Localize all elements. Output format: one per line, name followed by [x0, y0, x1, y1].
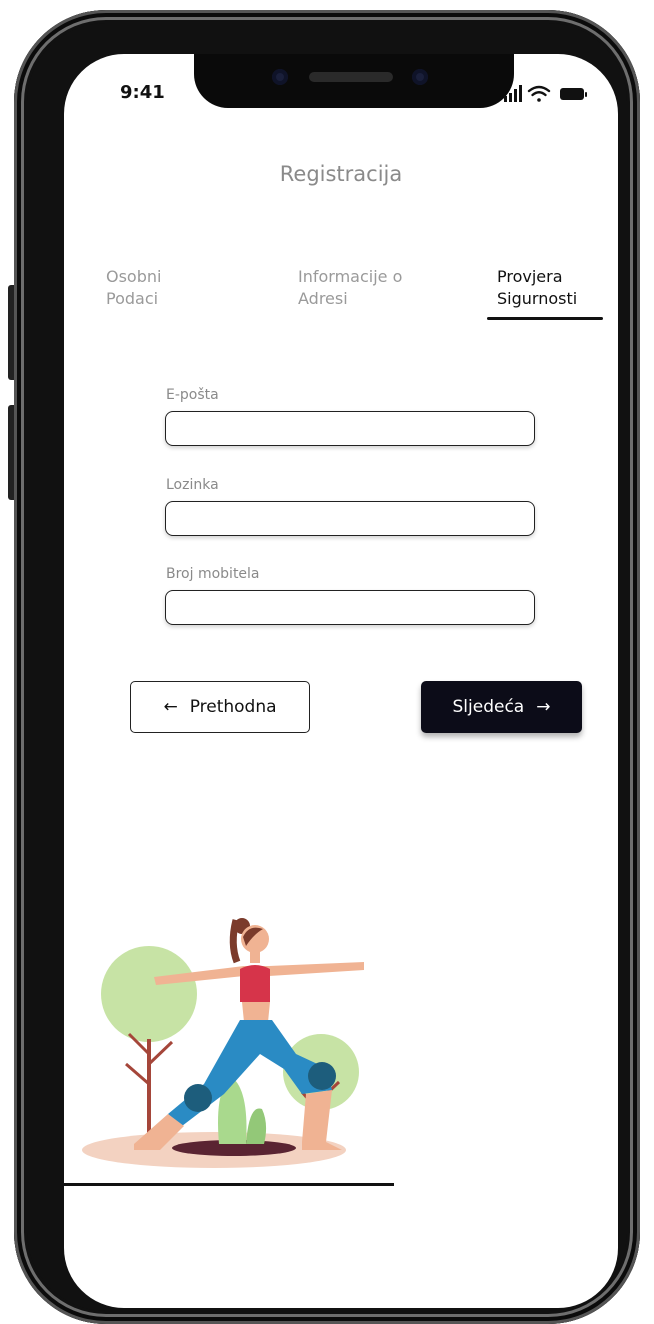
- speaker-grille: [309, 72, 393, 82]
- phone-field[interactable]: [165, 590, 535, 625]
- step-label-line1: Provjera: [497, 267, 563, 286]
- password-field[interactable]: [165, 501, 535, 536]
- phone-frame: 9:41 Registracija Osobni Podaci Informac…: [14, 10, 640, 1324]
- step-label-line2: Sigurnosti: [497, 289, 578, 308]
- previous-button-label: Prethodna: [189, 697, 277, 717]
- phone-screen: 9:41 Registracija Osobni Podaci Informac…: [64, 54, 618, 1308]
- step-label-line2: Adresi: [298, 289, 348, 308]
- status-time: 9:41: [120, 82, 165, 103]
- phone-label: Broj mobitela: [166, 566, 260, 582]
- status-icons: [504, 85, 587, 102]
- previous-button[interactable]: ← Prethodna: [130, 681, 310, 733]
- page-title: Registracija: [279, 162, 403, 186]
- arrow-right-icon: →: [536, 697, 551, 717]
- notch: [194, 54, 514, 108]
- step-label-line1: Informacije o: [298, 267, 403, 286]
- email-label: E-pošta: [166, 387, 219, 403]
- front-camera-icon: [412, 69, 428, 85]
- wifi-icon: [527, 85, 551, 102]
- sensor-icon: [272, 69, 288, 85]
- home-indicator-line: [64, 1183, 394, 1186]
- yoga-illustration: [82, 918, 364, 1168]
- step-label-line1: Osobni: [106, 267, 162, 286]
- active-step-indicator: [487, 317, 603, 320]
- signal-icon: [504, 85, 522, 102]
- step-security-check[interactable]: Provjera Sigurnosti: [497, 266, 577, 310]
- next-button-label: Sljedeća: [452, 697, 525, 717]
- step-personal-data[interactable]: Osobni Podaci: [106, 266, 161, 310]
- step-label-line2: Podaci: [106, 289, 159, 308]
- next-button[interactable]: Sljedeća →: [421, 681, 582, 733]
- password-label: Lozinka: [166, 477, 219, 493]
- step-address-info[interactable]: Informacije o Adresi: [298, 266, 402, 310]
- arrow-left-icon: ←: [163, 697, 178, 717]
- battery-icon: [560, 88, 587, 100]
- email-field[interactable]: [165, 411, 535, 446]
